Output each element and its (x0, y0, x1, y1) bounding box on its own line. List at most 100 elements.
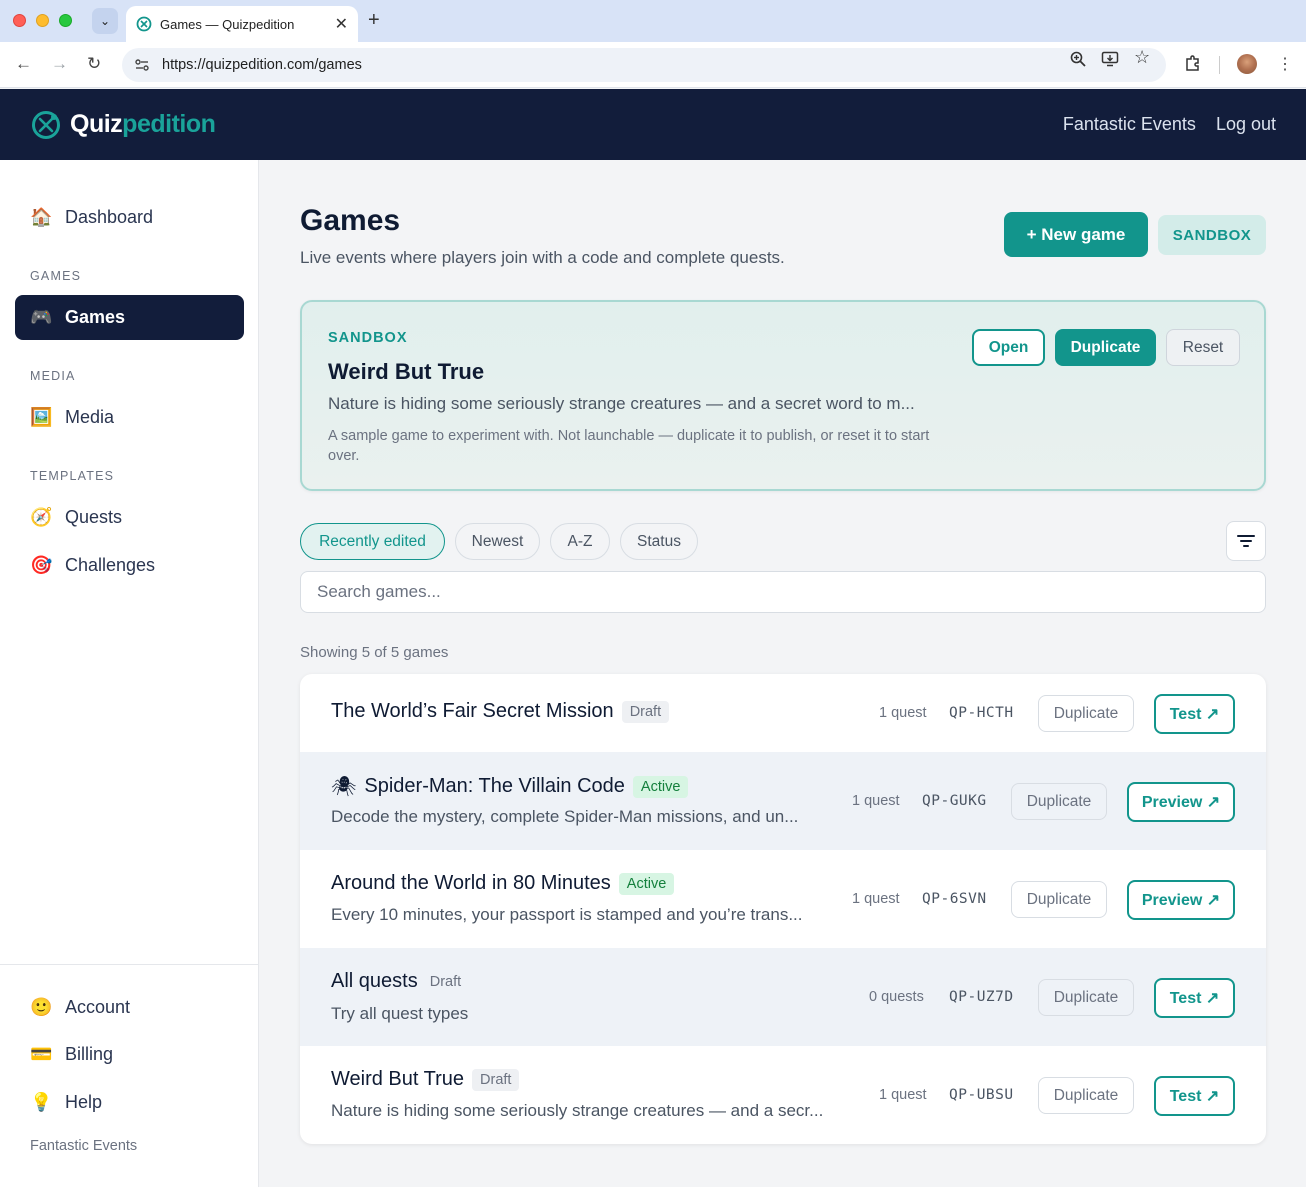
sidebar-item-label: Challenges (65, 555, 156, 575)
game-code: QP-UZ7D (949, 989, 1014, 1005)
status-badge: Draft (621, 700, 670, 723)
quest-count: 1 quest (879, 1087, 927, 1103)
section-heading-media: MEDIA (30, 369, 76, 383)
profile-avatar[interactable] (1237, 54, 1257, 74)
game-title[interactable]: All quests (331, 970, 418, 993)
sandbox-reset-button[interactable]: Reset (1166, 329, 1240, 366)
site-settings-icon[interactable] (134, 57, 150, 73)
bookmark-star-icon[interactable]: ☆ (1134, 47, 1152, 67)
game-title[interactable]: The World’s Fair Secret Mission (331, 700, 614, 723)
test-button[interactable]: Test ↗ (1154, 978, 1235, 1018)
spider-icon: 🕷 (331, 776, 357, 798)
minimize-window-button[interactable] (36, 14, 49, 27)
address-bar[interactable]: https://quizpedition.com/games (122, 48, 1166, 82)
game-title[interactable]: Weird But True (331, 1068, 464, 1091)
sort-chip-a-z[interactable]: A-Z (550, 523, 610, 560)
duplicate-button[interactable]: Duplicate (1011, 881, 1107, 918)
sidebar-item-label: Games (65, 307, 126, 327)
zoom-icon[interactable] (1069, 50, 1087, 68)
quest-count: 0 quests (869, 989, 924, 1005)
page-subtitle: Live events where players join with a co… (300, 248, 785, 267)
games-list: The World’s Fair Secret Mission Draft 1 … (300, 674, 1266, 1144)
sidebar-item-quests[interactable]: 🧭 Quests (15, 495, 244, 540)
sidebar-item-games[interactable]: 🎮 Games (15, 295, 244, 340)
results-count: Showing 5 of 5 games (300, 644, 449, 661)
duplicate-button[interactable]: Duplicate (1038, 1077, 1134, 1114)
duplicate-button[interactable]: Duplicate (1011, 783, 1107, 820)
game-title[interactable]: Around the World in 80 Minutes (331, 872, 611, 895)
quest-count: 1 quest (852, 793, 900, 809)
org-link[interactable]: Fantastic Events (1063, 114, 1196, 135)
sidebar-item-label: Help (65, 1092, 103, 1112)
game-code: QP-UBSU (949, 1087, 1014, 1103)
sidebar-item-label: Billing (65, 1044, 114, 1064)
game-title[interactable]: Spider-Man: The Villain Code (364, 775, 625, 798)
game-row[interactable]: The World’s Fair Secret Mission Draft 1 … (300, 674, 1266, 752)
test-button[interactable]: Test ↗ (1154, 1076, 1235, 1116)
credit-card-icon: 💳 (30, 1044, 53, 1064)
compass-icon: 🧭 (30, 507, 53, 527)
back-arrow-icon[interactable]: ← (15, 54, 32, 74)
page-title: Games (300, 204, 401, 237)
sort-chip-newest[interactable]: Newest (455, 523, 540, 560)
picture-icon: 🖼️ (30, 407, 53, 427)
status-badge: Draft (429, 973, 462, 990)
preview-button[interactable]: Preview ↗ (1127, 782, 1235, 822)
sidebar-item-billing[interactable]: 💳 Billing (15, 1032, 244, 1077)
game-code: QP-GUKG (922, 793, 987, 809)
quizpedition-favicon-icon (136, 16, 152, 32)
quest-count: 1 quest (879, 705, 927, 721)
sort-chip-status[interactable]: Status (620, 523, 698, 560)
game-row[interactable]: Around the World in 80 Minutes Active Ev… (300, 850, 1266, 948)
filter-button[interactable] (1226, 521, 1266, 561)
test-button[interactable]: Test ↗ (1154, 694, 1235, 734)
forward-arrow-icon[interactable]: → (51, 54, 68, 74)
sidebar-item-media[interactable]: 🖼️ Media (15, 395, 244, 440)
duplicate-button[interactable]: Duplicate (1038, 695, 1134, 732)
smiley-icon: 🙂 (30, 997, 53, 1017)
reload-icon[interactable]: ↻ (87, 54, 101, 74)
sidebar-item-help[interactable]: 💡 Help (15, 1080, 244, 1125)
browser-menu-icon[interactable]: ⋮ (1277, 54, 1293, 74)
maximize-window-button[interactable] (59, 14, 72, 27)
sidebar-item-dashboard[interactable]: 🏠 Dashboard (15, 195, 244, 240)
close-window-button[interactable] (13, 14, 26, 27)
sandbox-label: SANDBOX (328, 330, 408, 346)
game-title-line: All quests Draft (331, 970, 465, 993)
sidebar-item-label: Quests (65, 507, 123, 527)
game-row[interactable]: Weird But True Draft Nature is hiding so… (300, 1046, 1266, 1144)
game-description: Every 10 minutes, your passport is stamp… (331, 905, 803, 924)
sort-chip-recently-edited[interactable]: Recently edited (300, 523, 445, 560)
header-nav: Fantastic Events Log out (1063, 114, 1276, 135)
filter-lines-icon (1237, 535, 1255, 547)
preview-button[interactable]: Preview ↗ (1127, 880, 1235, 920)
sandbox-open-button[interactable]: Open (972, 329, 1045, 366)
logo-text: Quizpedition (70, 110, 216, 138)
target-icon: 🎯 (30, 555, 53, 575)
quest-count: 1 quest (852, 891, 900, 907)
sidebar-item-account[interactable]: 🙂 Account (15, 985, 244, 1030)
game-row[interactable]: All quests Draft Try all quest types 0 q… (300, 948, 1266, 1046)
new-game-button[interactable]: + New game (1004, 212, 1148, 257)
tab-list-chevron-down-icon[interactable]: ⌄ (92, 8, 118, 34)
extensions-puzzle-icon[interactable] (1184, 54, 1202, 72)
new-tab-plus-icon[interactable]: + (368, 9, 380, 32)
status-badge: Active (632, 775, 689, 798)
install-app-icon[interactable] (1101, 50, 1119, 68)
sandbox-button[interactable]: SANDBOX (1158, 215, 1266, 255)
sandbox-duplicate-button[interactable]: Duplicate (1055, 329, 1156, 366)
section-heading-games: GAMES (30, 269, 82, 283)
sidebar-item-challenges[interactable]: 🎯 Challenges (15, 543, 244, 588)
logo[interactable]: Quizpedition (30, 109, 216, 141)
search-input[interactable] (300, 571, 1266, 613)
sandbox-title: Weird But True (328, 359, 485, 384)
browser-tab[interactable]: Games — Quizpedition ✕ (126, 6, 358, 42)
logout-link[interactable]: Log out (1216, 114, 1276, 135)
duplicate-button[interactable]: Duplicate (1038, 979, 1134, 1016)
game-row[interactable]: 🕷 Spider-Man: The Villain Code Active De… (300, 752, 1266, 850)
sandbox-description: Nature is hiding some seriously strange … (328, 394, 915, 413)
tab-close-icon[interactable]: ✕ (335, 14, 348, 34)
status-badge: Active (618, 872, 675, 895)
lightbulb-icon: 💡 (30, 1092, 53, 1112)
game-title-line: 🕷 Spider-Man: The Villain Code Active (331, 774, 689, 799)
